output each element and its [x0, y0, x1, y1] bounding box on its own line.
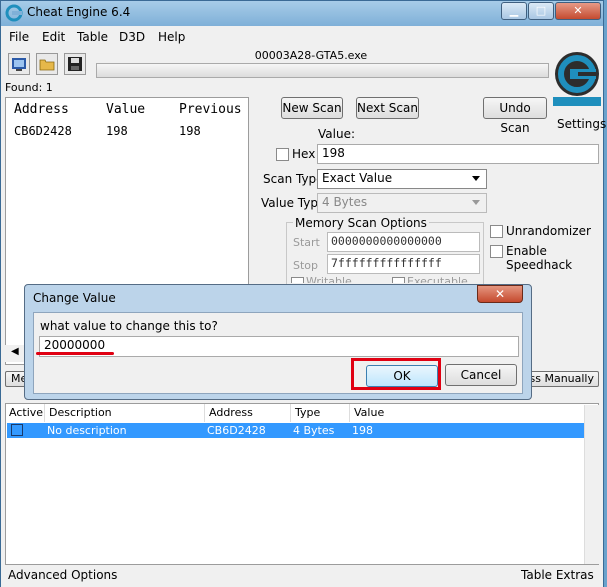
- ok-highlight-annotation: [351, 358, 441, 390]
- window-title: Cheat Engine 6.4: [27, 5, 131, 19]
- cheat-engine-settings-logo-icon[interactable]: [550, 47, 604, 119]
- column-value[interactable]: Value: [354, 406, 384, 419]
- scan-type-label: Scan Type: [263, 172, 324, 186]
- settings-label[interactable]: Settings: [557, 117, 606, 131]
- result-address[interactable]: CB6D2428: [14, 124, 72, 138]
- writable-checkbox[interactable]: [291, 277, 304, 283]
- scan-type-value: Exact Value: [322, 171, 393, 185]
- row-value[interactable]: 198: [352, 424, 373, 437]
- value-type-value: 4 Bytes: [322, 195, 368, 209]
- save-icon: [68, 57, 82, 71]
- new-scan-button[interactable]: New Scan: [281, 97, 343, 119]
- menu-table[interactable]: Table: [77, 30, 108, 44]
- result-previous[interactable]: 198: [179, 124, 201, 138]
- menu-bar: File Edit Table D3D Help: [1, 27, 603, 47]
- row-description[interactable]: No description: [47, 424, 127, 437]
- open-process-icon: [12, 58, 26, 71]
- status-bar: Advanced Options Table Extras: [1, 565, 603, 587]
- active-checkbox[interactable]: [11, 424, 23, 436]
- dropdown-arrow-icon: [472, 176, 480, 181]
- row-address[interactable]: CB6D2428: [207, 424, 266, 437]
- column-active[interactable]: Active: [9, 406, 43, 419]
- cancel-button[interactable]: Cancel: [445, 364, 517, 386]
- column-address[interactable]: Address: [209, 406, 253, 419]
- column-value[interactable]: Value: [106, 102, 145, 117]
- hex-label: Hex: [292, 147, 316, 161]
- column-description[interactable]: Description: [49, 406, 112, 419]
- column-previous[interactable]: Previous: [179, 102, 242, 117]
- executable-checkbox[interactable]: [392, 277, 405, 283]
- memory-scan-options-label: Memory Scan Options: [293, 216, 429, 230]
- scroll-left-icon[interactable]: ◀: [11, 346, 19, 357]
- unrandomizer-checkbox[interactable]: [490, 225, 503, 238]
- dialog-title: Change Value: [33, 291, 116, 305]
- value-type-label: Value Type: [261, 196, 326, 210]
- advanced-options-link[interactable]: Advanced Options: [8, 568, 117, 582]
- undo-scan-button[interactable]: Undo Scan: [483, 97, 547, 135]
- enable-speedhack-label: Enable Speedhack: [506, 244, 573, 272]
- open-file-button[interactable]: [36, 53, 58, 75]
- menu-d3d[interactable]: D3D: [119, 30, 145, 44]
- enable-speedhack-checkbox[interactable]: [490, 245, 503, 258]
- change-value-dialog: Change Value ✕ what value to change this…: [24, 284, 532, 400]
- title-bar: Cheat Engine 6.4 ▁ □ ✕: [1, 1, 603, 26]
- writable-label: Writable: [306, 275, 352, 283]
- add-address-manually-button[interactable]: ess Manually: [521, 371, 599, 387]
- stop-address-input[interactable]: 7fffffffffffffff: [327, 254, 480, 274]
- menu-edit[interactable]: Edit: [42, 30, 65, 44]
- minimize-button[interactable]: ▁: [501, 2, 527, 20]
- result-value[interactable]: 198: [106, 124, 128, 138]
- scan-progress-bar: [96, 63, 549, 78]
- address-list-scrollbar[interactable]: [584, 405, 599, 564]
- next-scan-button[interactable]: Next Scan: [356, 97, 419, 119]
- menu-help[interactable]: Help: [158, 30, 185, 44]
- value-label: Value:: [318, 127, 355, 141]
- open-folder-icon: [39, 59, 55, 71]
- table-row[interactable]: No description CB6D2428 4 Bytes 198: [7, 423, 584, 438]
- hex-checkbox[interactable]: [276, 148, 289, 161]
- close-button[interactable]: ✕: [555, 2, 601, 20]
- executable-label: Executable: [407, 275, 468, 283]
- value-underline-annotation: [36, 352, 114, 355]
- address-list[interactable]: Active Description Address Type Value No…: [5, 403, 599, 565]
- scan-type-select[interactable]: Exact Value: [317, 169, 487, 189]
- maximize-button[interactable]: □: [528, 2, 554, 20]
- start-label: Start: [293, 236, 320, 249]
- found-count: Found: 1: [5, 81, 53, 94]
- column-address[interactable]: Address: [14, 102, 69, 117]
- stop-label: Stop: [293, 259, 319, 272]
- open-process-button[interactable]: [8, 53, 30, 75]
- dialog-prompt: what value to change this to?: [40, 319, 218, 333]
- column-type[interactable]: Type: [295, 406, 320, 419]
- dropdown-arrow-icon: [472, 200, 480, 205]
- dialog-close-button[interactable]: ✕: [477, 285, 523, 303]
- scan-value-input[interactable]: 198: [317, 144, 599, 164]
- unrandomizer-label: Unrandomizer: [506, 224, 591, 238]
- value-type-select[interactable]: 4 Bytes: [317, 193, 487, 213]
- cheat-engine-logo-icon: [5, 4, 23, 22]
- save-button[interactable]: [64, 53, 86, 75]
- row-type[interactable]: 4 Bytes: [293, 424, 334, 437]
- table-extras-link[interactable]: Table Extras: [521, 568, 594, 582]
- process-title: 00003A28-GTA5.exe: [254, 49, 368, 62]
- menu-file[interactable]: File: [9, 30, 29, 44]
- start-address-input[interactable]: 0000000000000000: [327, 232, 480, 252]
